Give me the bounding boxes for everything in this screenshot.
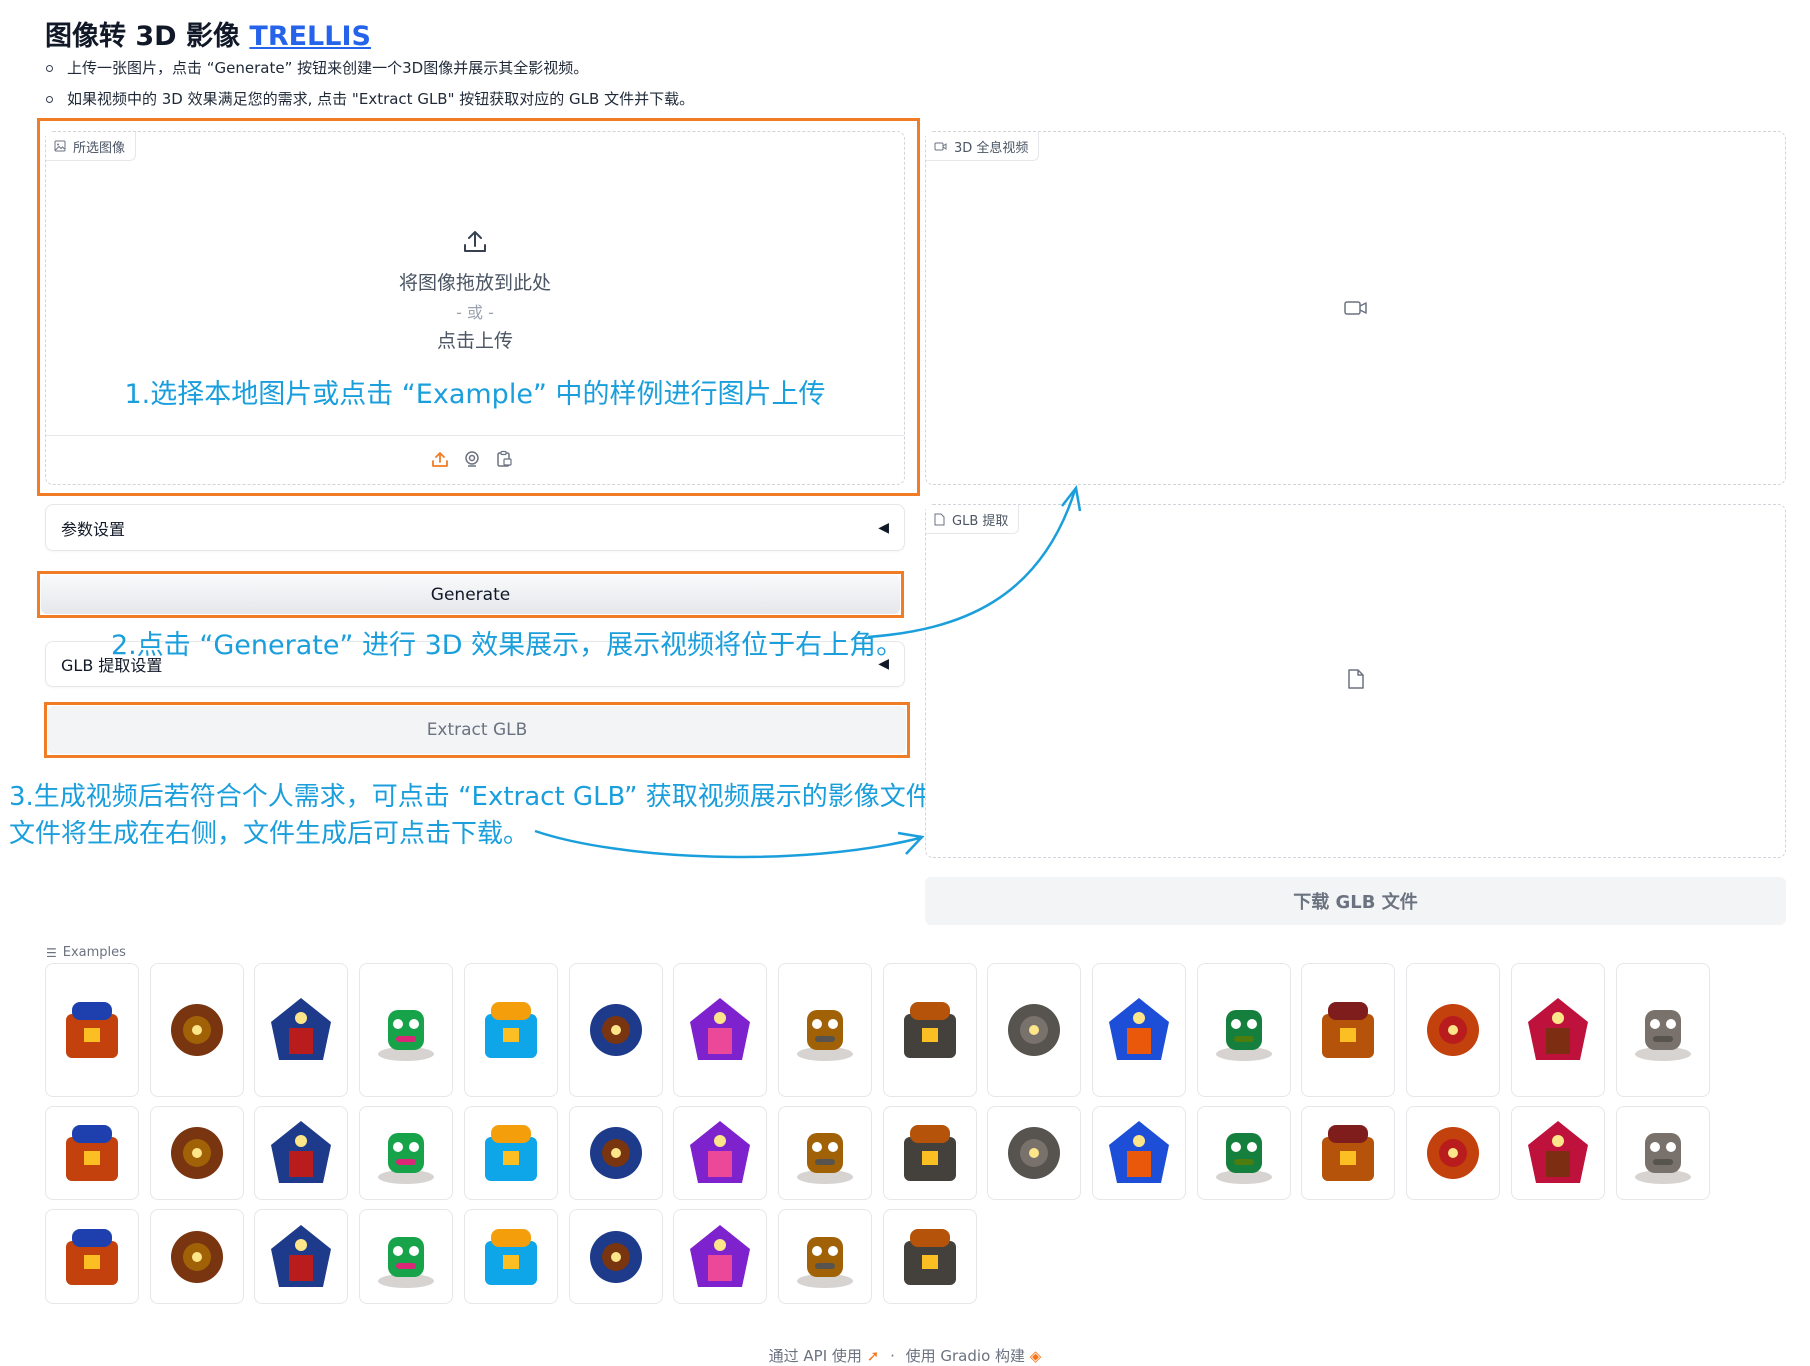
apartment-building-icon	[796, 1133, 853, 1184]
example-biplane[interactable]	[987, 1106, 1082, 1200]
dark-castle-icon	[1634, 1010, 1691, 1061]
example-portal-ring[interactable]	[254, 1106, 349, 1200]
example-cute-robot[interactable]	[254, 1209, 349, 1304]
retro-tv-icon	[1215, 1133, 1272, 1184]
workbench-icon	[1008, 1004, 1061, 1056]
fox-creature-icon	[1527, 1121, 1588, 1183]
rock-golem-icon	[1427, 1127, 1480, 1179]
examples-label: Examples	[62, 945, 126, 960]
example-dinosaur-robot[interactable]	[149, 1209, 244, 1304]
mech-suit-icon	[484, 1228, 537, 1285]
step3-arrow	[534, 829, 921, 859]
example-lantern[interactable]	[1092, 963, 1186, 1097]
example-mushroom-house[interactable]	[463, 1106, 558, 1200]
stone-gate-icon	[378, 1133, 435, 1184]
crab-robot-icon	[484, 1002, 537, 1058]
eye-robot-icon	[378, 1236, 435, 1288]
fireplace-icon	[903, 1228, 956, 1285]
example-armored-warrior[interactable]	[1510, 963, 1605, 1097]
example-dwarf[interactable]	[1615, 1106, 1710, 1200]
biplane-icon	[1008, 1127, 1061, 1179]
example-mech-suit[interactable]	[463, 1209, 558, 1304]
example-retro-tv[interactable]	[1196, 1106, 1291, 1200]
example-typewriter-machine[interactable]	[1301, 1106, 1396, 1200]
example-mailbox[interactable]	[45, 963, 139, 1097]
dinosaur-robot-icon	[170, 1230, 223, 1283]
lantern-icon	[1109, 998, 1169, 1060]
example-vine-trellis[interactable]	[777, 1209, 872, 1304]
example-dragon[interactable]	[1196, 963, 1291, 1097]
example-fireplace[interactable]	[882, 1209, 977, 1304]
cute-robot-icon	[271, 1224, 332, 1287]
gramophone-icon	[903, 1125, 956, 1181]
example-spell-book[interactable]	[254, 963, 349, 1097]
typewriter-machine-icon	[1322, 1125, 1375, 1181]
examples-header: ☰ Examples	[46, 945, 126, 960]
example-spiked-chest[interactable]	[777, 963, 872, 1097]
armored-warrior-icon	[1527, 998, 1588, 1060]
example-elephant-mech[interactable]	[882, 963, 977, 1097]
rotary-telephone-icon	[690, 1224, 751, 1287]
covered-wagon-icon	[66, 1125, 118, 1181]
goblin-icon	[1109, 1121, 1169, 1183]
example-fox-creature[interactable]	[1510, 1106, 1605, 1200]
spell-book-icon	[271, 998, 332, 1060]
example-yellow-crate[interactable]	[149, 1106, 244, 1200]
spinning-machine-icon	[170, 1004, 223, 1056]
example-crab-robot[interactable]	[463, 963, 558, 1097]
example-goblin[interactable]	[1092, 1106, 1186, 1200]
example-workbench[interactable]	[987, 963, 1082, 1097]
iron-crate-icon	[378, 1010, 435, 1061]
toy-train-icon	[589, 1127, 642, 1179]
example-bulldozer[interactable]	[673, 1106, 768, 1200]
list-icon: ☰	[46, 945, 57, 960]
excavator-icon	[66, 1228, 118, 1285]
vine-trellis-icon	[796, 1236, 853, 1288]
example-eye-robot[interactable]	[359, 1209, 454, 1304]
dwarf-icon	[1634, 1133, 1691, 1184]
example-pirate-ship[interactable]	[568, 1209, 663, 1304]
footer-separator: ·	[890, 1347, 895, 1365]
mailbox-icon	[66, 1002, 118, 1058]
example-pyramid[interactable]	[1406, 963, 1501, 1097]
pyramid-icon	[1427, 1004, 1480, 1056]
example-rock-golem[interactable]	[1406, 1106, 1501, 1200]
example-covered-wagon[interactable]	[45, 1106, 139, 1200]
helicopter-icon	[1322, 1002, 1375, 1058]
gradio-link[interactable]: 使用 Gradio 构建	[906, 1347, 1025, 1365]
colorful-house-icon	[589, 1004, 642, 1056]
step3-arrowhead	[897, 831, 925, 855]
mushroom-house-icon	[484, 1125, 537, 1181]
pirate-ship-icon	[589, 1230, 642, 1283]
example-excavator[interactable]	[45, 1209, 139, 1304]
example-rotary-telephone[interactable]	[673, 1209, 768, 1304]
example-gramophone[interactable]	[882, 1106, 977, 1200]
elephant-mech-icon	[903, 1002, 956, 1058]
api-link[interactable]: 通过 API 使用	[769, 1347, 862, 1365]
example-apartment-building[interactable]	[777, 1106, 872, 1200]
example-dark-castle[interactable]	[1615, 963, 1710, 1097]
example-satellite[interactable]	[673, 963, 768, 1097]
example-iron-crate[interactable]	[359, 963, 454, 1097]
example-toy-train[interactable]	[568, 1106, 663, 1200]
dragon-icon	[1215, 1010, 1272, 1061]
gradio-logo-icon: ◈	[1029, 1347, 1042, 1365]
example-stone-gate[interactable]	[359, 1106, 454, 1200]
step2-arrow	[867, 489, 1077, 639]
bulldozer-icon	[690, 1121, 751, 1183]
rocket-icon: ➚	[866, 1347, 880, 1365]
yellow-crate-icon	[170, 1127, 223, 1179]
portal-ring-icon	[271, 1121, 332, 1183]
example-spinning-machine[interactable]	[149, 963, 244, 1097]
spiked-chest-icon	[796, 1010, 853, 1061]
example-colorful-house[interactable]	[568, 963, 663, 1097]
example-helicopter[interactable]	[1301, 963, 1396, 1097]
satellite-icon	[690, 998, 751, 1060]
